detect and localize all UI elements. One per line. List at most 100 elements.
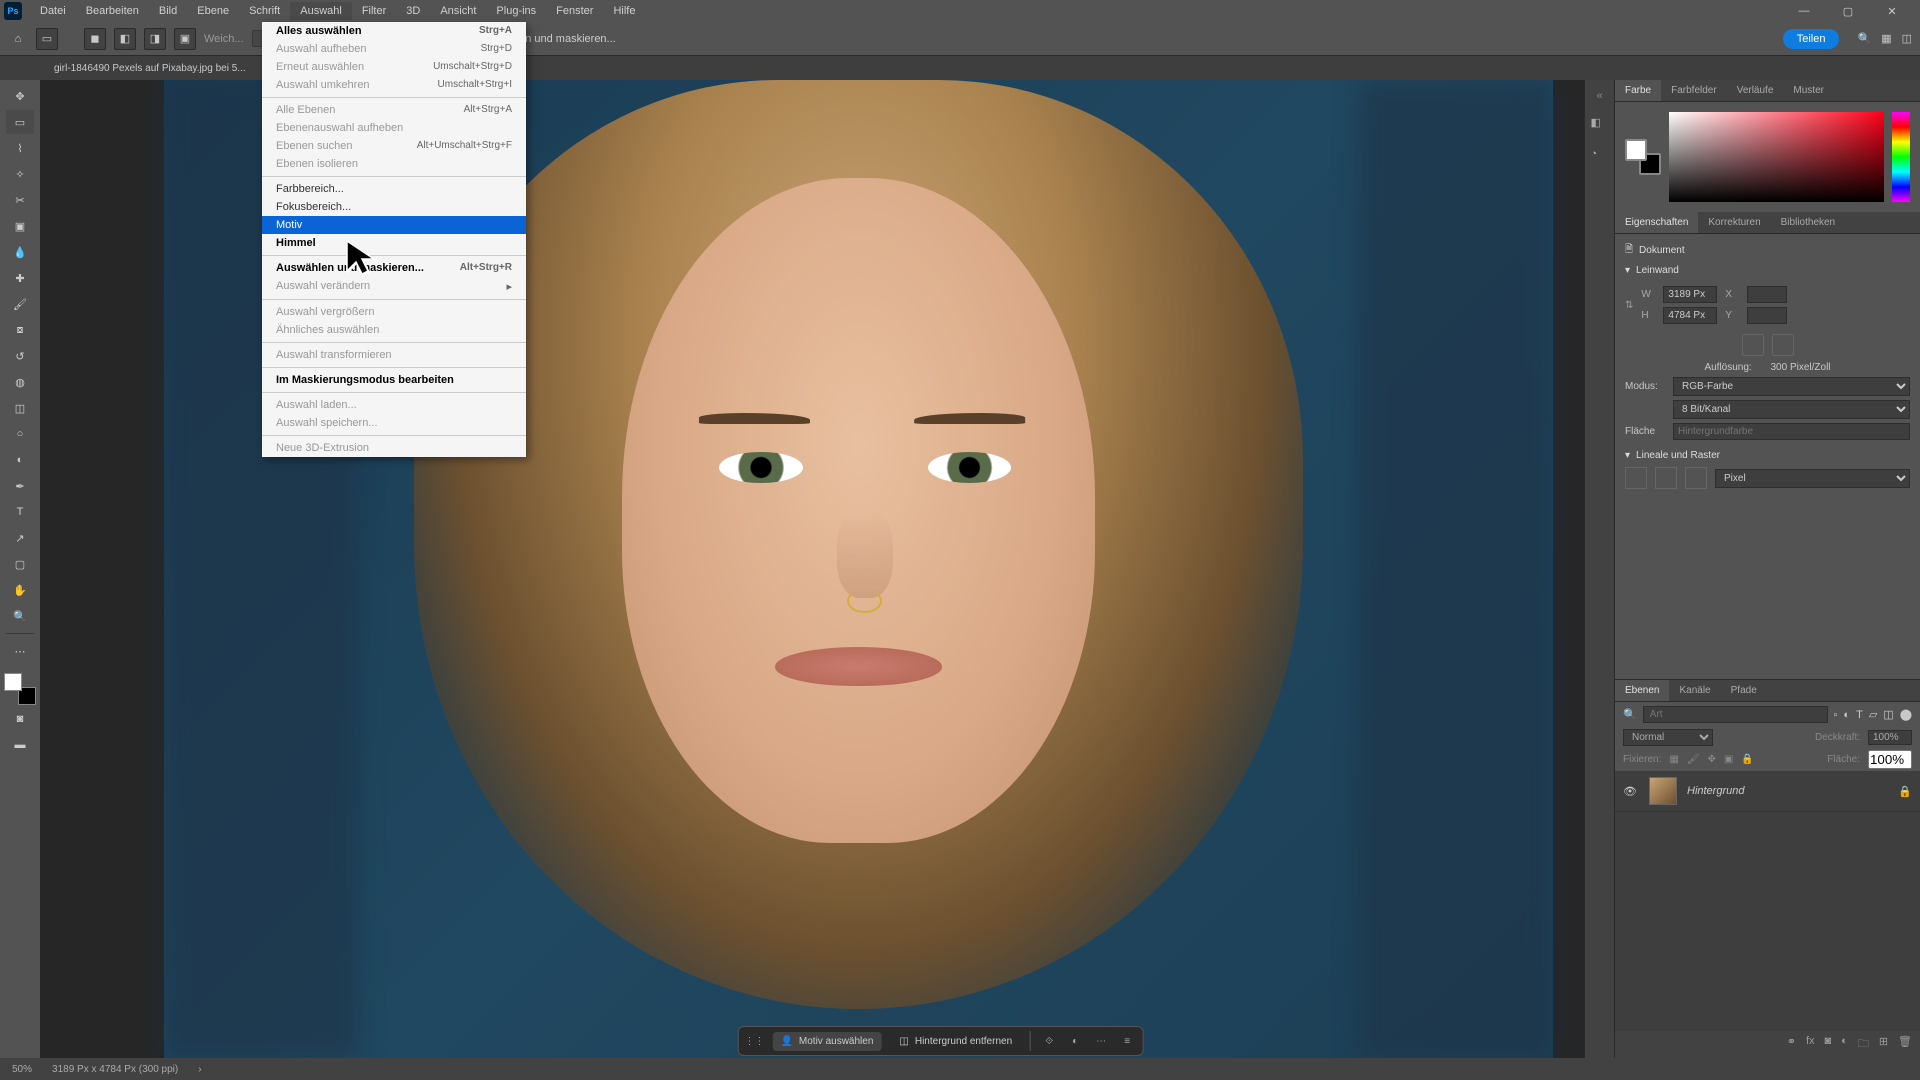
tab-kanäle[interactable]: Kanäle [1669, 680, 1720, 701]
hand-tool-icon[interactable]: ✋ [6, 578, 34, 602]
tab-verläufe[interactable]: Verläufe [1727, 80, 1784, 101]
arrange-icon[interactable]: ◫ [1902, 32, 1912, 45]
marquee-tool-icon[interactable]: ▭ [6, 110, 34, 134]
dodge-tool-icon[interactable]: ◐ [6, 448, 34, 472]
layer-search-input[interactable] [1643, 706, 1828, 723]
mode-select[interactable]: RGB-Farbe [1673, 377, 1910, 396]
orientation-portrait-icon[interactable] [1742, 334, 1764, 356]
height-input[interactable] [1663, 307, 1717, 324]
settings-icon[interactable]: ≡ [1119, 1033, 1135, 1049]
menu-item-farbbereich[interactable]: Farbbereich... [262, 180, 526, 198]
menu-bearbeiten[interactable]: Bearbeiten [76, 2, 149, 20]
quickmask-icon[interactable]: ◙ [6, 707, 34, 731]
filter-shape-icon[interactable]: ▱ [1869, 708, 1877, 721]
zoom-level[interactable]: 50% [12, 1064, 32, 1075]
lock-transparent-icon[interactable]: ▦ [1669, 754, 1678, 765]
select-subject-button[interactable]: 👤Motiv auswählen [772, 1032, 881, 1051]
pen-tool-icon[interactable]: ✒ [6, 474, 34, 498]
status-chevron-icon[interactable]: › [198, 1064, 201, 1075]
layer-thumbnail[interactable] [1649, 777, 1677, 805]
lasso-tool-icon[interactable]: ⌇ [6, 136, 34, 160]
filter-smart-icon[interactable]: ◫ [1883, 708, 1893, 721]
menu-hilfe[interactable]: Hilfe [603, 2, 645, 20]
menu-filter[interactable]: Filter [352, 2, 396, 20]
menu-auswahl[interactable]: Auswahl [290, 2, 352, 20]
lock-all-icon[interactable]: 🔒 [1741, 754, 1753, 765]
menu-item-fokusbereich[interactable]: Fokusbereich... [262, 198, 526, 216]
x-input[interactable] [1747, 286, 1787, 303]
lock-position-icon[interactable]: ✥ [1708, 754, 1716, 765]
eraser-tool-icon[interactable]: ◍ [6, 370, 34, 394]
opacity-input[interactable] [1868, 730, 1912, 745]
tool-preset-icon[interactable]: ▭ [36, 28, 58, 50]
collapsed-panel-icon[interactable]: ◔ [1591, 148, 1609, 166]
minimize-button[interactable]: — [1792, 2, 1816, 20]
chevron-down-icon[interactable]: ▾ [1625, 265, 1630, 276]
tab-korrekturen[interactable]: Korrekturen [1698, 212, 1770, 233]
type-tool-icon[interactable]: T [6, 500, 34, 524]
menu-item-auswählen-und-maskieren[interactable]: Auswählen und maskieren...Alt+Strg+R [262, 259, 526, 277]
link-icon[interactable]: ⇅ [1625, 300, 1633, 311]
menu-ebene[interactable]: Ebene [187, 2, 239, 20]
menu-datei[interactable]: Datei [30, 2, 76, 20]
maximize-button[interactable]: ▢ [1836, 2, 1860, 20]
y-input[interactable] [1747, 307, 1787, 324]
tab-pfade[interactable]: Pfade [1721, 680, 1767, 701]
color-field[interactable] [1669, 112, 1884, 202]
adjustment-icon[interactable]: ◐ [1841, 1035, 1848, 1054]
filter-type-icon[interactable]: T [1856, 709, 1863, 721]
gradient-tool-icon[interactable]: ◫ [6, 396, 34, 420]
lock-paint-icon[interactable]: 🖌 [1687, 754, 1700, 765]
tab-muster[interactable]: Muster [1783, 80, 1834, 101]
group-icon[interactable]: 🗀 [1858, 1035, 1869, 1054]
layer-name[interactable]: Hintergrund [1687, 785, 1888, 797]
screenmode-icon[interactable]: ▬ [6, 733, 34, 757]
search-icon[interactable]: 🔍 [1857, 32, 1871, 45]
new-layer-icon[interactable]: ⊞ [1879, 1035, 1888, 1054]
menu-item-motiv[interactable]: Motiv [262, 216, 526, 234]
crop-tool-icon[interactable]: ✂ [6, 188, 34, 212]
selection-intersect-icon[interactable]: ▣ [174, 28, 196, 50]
menu-plug-ins[interactable]: Plug-ins [486, 2, 546, 20]
link-layers-icon[interactable]: ⚭ [1787, 1035, 1796, 1054]
color-fg-bg-swatch[interactable] [1625, 139, 1661, 175]
home-icon[interactable]: ⌂ [8, 29, 28, 49]
guides-icon[interactable] [1685, 467, 1707, 489]
menu-item-himmel[interactable]: Himmel [262, 234, 526, 252]
blur-tool-icon[interactable]: ○ [6, 422, 34, 446]
visibility-icon[interactable]: 👁 [1623, 785, 1639, 798]
fill-input[interactable] [1673, 423, 1910, 440]
lock-icon[interactable]: 🔒 [1898, 785, 1912, 798]
expand-chevron-icon[interactable]: « [1596, 90, 1602, 102]
selection-new-icon[interactable]: ◼ [84, 28, 106, 50]
menu-ansicht[interactable]: Ansicht [430, 2, 486, 20]
selection-add-icon[interactable]: ◧ [114, 28, 136, 50]
heal-tool-icon[interactable]: ✚ [6, 266, 34, 290]
menu-schrift[interactable]: Schrift [239, 2, 290, 20]
share-button[interactable]: Teilen [1783, 29, 1840, 49]
chevron-down-icon[interactable]: ▾ [1625, 450, 1630, 461]
menu-item-alles-auswählen[interactable]: Alles auswählenStrg+A [262, 22, 526, 40]
foreground-color-swatch[interactable] [4, 673, 22, 691]
blend-mode-select[interactable]: Normal [1623, 729, 1713, 746]
brush-tool-icon[interactable]: 🖌 [6, 292, 34, 316]
hue-slider[interactable] [1892, 112, 1910, 202]
tab-farbe[interactable]: Farbe [1615, 80, 1661, 101]
color-swatch[interactable] [4, 673, 36, 705]
layer-mask-icon[interactable]: ◙ [1825, 1035, 1832, 1054]
delete-layer-icon[interactable]: 🗑 [1898, 1035, 1912, 1054]
task-bar-handle-icon[interactable]: ⋮⋮ [746, 1033, 762, 1049]
selection-subtract-icon[interactable]: ◨ [144, 28, 166, 50]
workspace-icon[interactable]: ▦ [1881, 32, 1891, 45]
crop-icon[interactable]: ⟐ [1041, 1033, 1057, 1049]
more-icon[interactable]: ⋯ [1093, 1033, 1109, 1049]
depth-select[interactable]: 8 Bit/Kanal [1673, 400, 1910, 419]
tab-ebenen[interactable]: Ebenen [1615, 680, 1669, 701]
filter-image-icon[interactable]: ▫ [1834, 709, 1838, 721]
tab-bibliotheken[interactable]: Bibliotheken [1771, 212, 1845, 233]
close-button[interactable]: ✕ [1880, 2, 1904, 20]
shape-tool-icon[interactable]: ▢ [6, 552, 34, 576]
tab-farbfelder[interactable]: Farbfelder [1661, 80, 1727, 101]
path-tool-icon[interactable]: ↗ [6, 526, 34, 550]
remove-background-button[interactable]: ◫Hintergrund entfernen [891, 1032, 1020, 1051]
